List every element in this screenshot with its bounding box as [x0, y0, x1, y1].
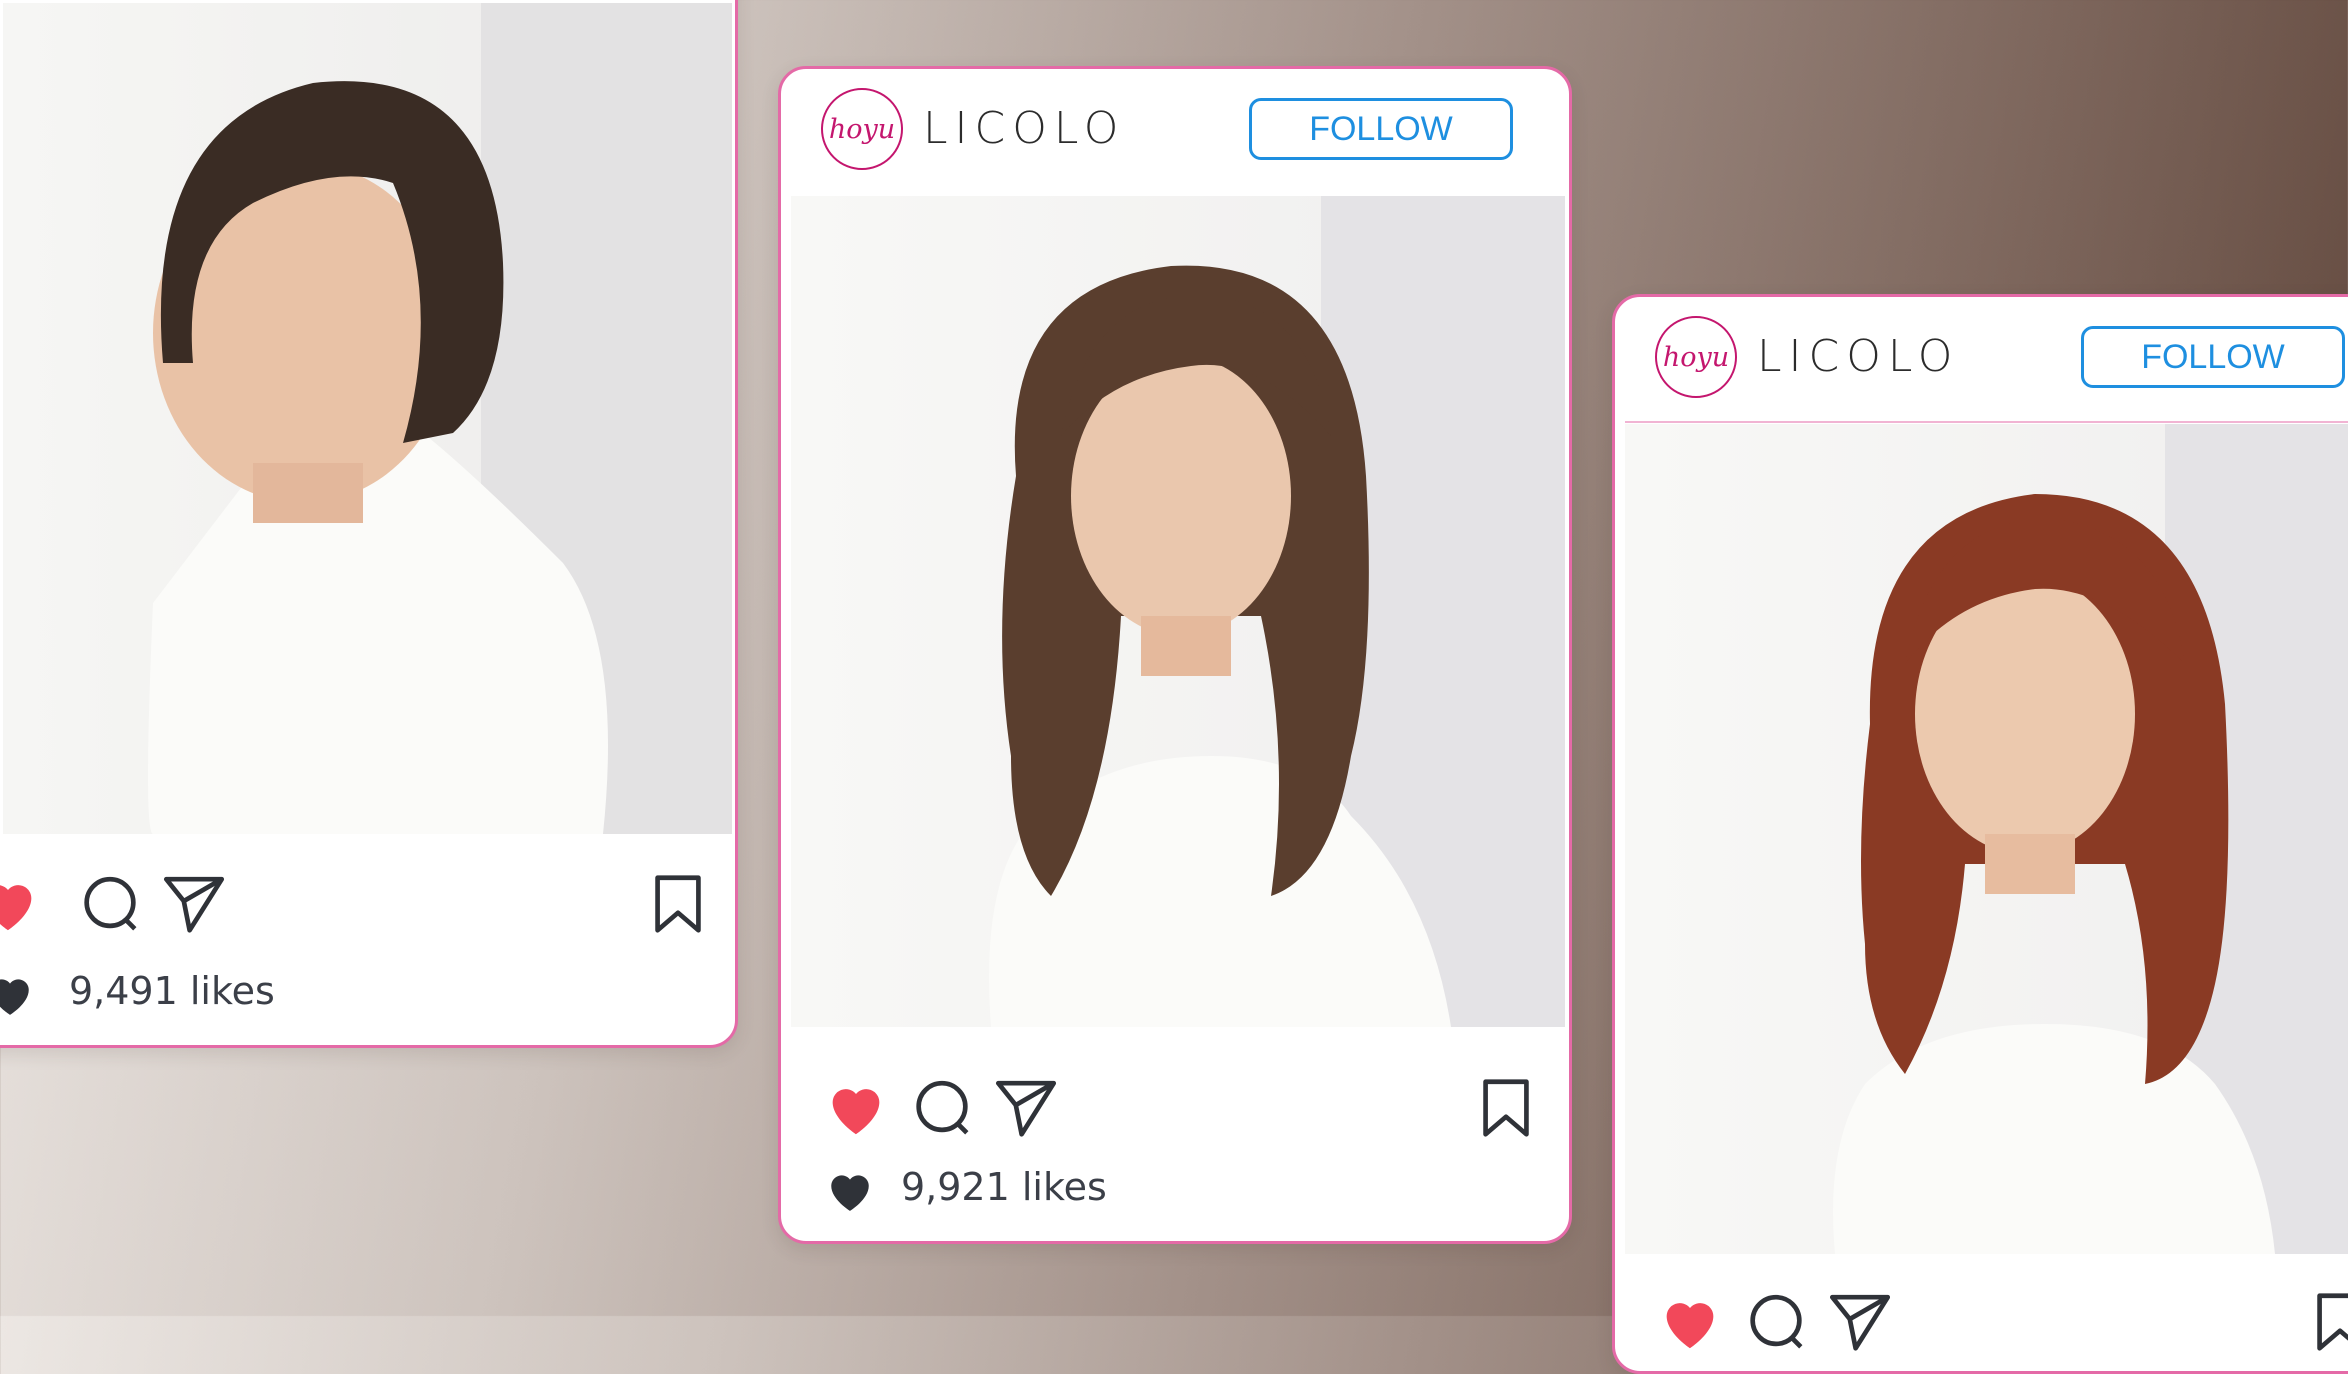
share-icon[interactable] [1825, 1287, 1895, 1357]
brand-logo[interactable]: hoyu [821, 88, 903, 170]
bookmark-icon[interactable] [2305, 1287, 2348, 1357]
heart-icon[interactable] [1655, 1287, 1725, 1357]
post-actions [781, 1063, 1569, 1153]
post-photo[interactable] [3, 3, 732, 834]
post-card-middle: hoyu LICOLO FOLLOW 9,921 likes [778, 66, 1572, 1244]
bookmark-icon[interactable] [643, 869, 713, 939]
comment-icon[interactable] [1741, 1287, 1811, 1357]
likes-count: 9,491 likes [69, 969, 275, 1013]
follow-button[interactable]: FOLLOW [1249, 98, 1513, 160]
header-divider [1625, 421, 2348, 423]
comment-icon[interactable] [75, 869, 145, 939]
post-photo[interactable] [1625, 424, 2348, 1254]
follow-button[interactable]: FOLLOW [2081, 326, 2345, 388]
post-header: hoyu LICOLO FOLLOW [781, 69, 1569, 191]
brand-name[interactable]: LICOLO [923, 103, 1125, 154]
likes-heart-icon [825, 1167, 875, 1213]
post-photo[interactable] [791, 196, 1565, 1027]
brand-name[interactable]: LICOLO [1757, 331, 1959, 382]
bookmark-icon[interactable] [1471, 1073, 1541, 1143]
post-card-left: 9,491 likes [0, 0, 738, 1048]
post-header: hoyu LICOLO FOLLOW [1615, 297, 2348, 419]
post-card-right: hoyu LICOLO FOLLOW [1612, 294, 2348, 1374]
likes-count: 9,921 likes [901, 1165, 1107, 1209]
share-icon[interactable] [991, 1073, 1061, 1143]
likes-row: 9,921 likes [781, 1159, 1569, 1219]
brand-logo[interactable]: hoyu [1655, 316, 1737, 398]
likes-row: 9,491 likes [0, 963, 735, 1023]
likes-heart-icon [0, 971, 35, 1017]
post-actions [0, 859, 735, 949]
post-actions [1615, 1277, 2348, 1367]
share-icon[interactable] [159, 869, 229, 939]
comment-icon[interactable] [907, 1073, 977, 1143]
heart-icon[interactable] [821, 1073, 891, 1143]
heart-icon[interactable] [0, 869, 43, 939]
